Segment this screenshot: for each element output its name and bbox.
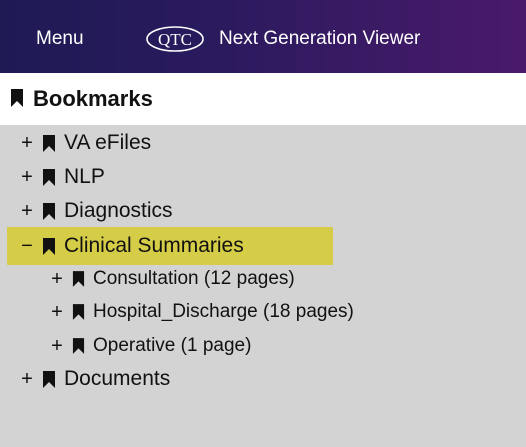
bookmarks-title: Bookmarks xyxy=(33,86,153,111)
bookmark-item-va-efiles[interactable]: + VA eFiles xyxy=(20,128,151,158)
bookmark-label: Clinical Summaries xyxy=(64,234,244,257)
bookmark-item-nlp[interactable]: + NLP xyxy=(20,162,105,192)
qtc-logo-icon: QTC xyxy=(146,26,204,52)
bookmark-icon xyxy=(72,271,85,287)
bookmark-icon xyxy=(43,202,55,220)
expand-icon[interactable]: + xyxy=(20,167,34,187)
bookmark-icon xyxy=(72,338,85,354)
bookmark-label: Consultation (12 pages) xyxy=(93,268,295,289)
menu-button[interactable]: Menu xyxy=(36,28,84,50)
bookmark-icon xyxy=(43,237,55,255)
expand-icon[interactable]: + xyxy=(50,336,64,356)
expand-icon[interactable]: + xyxy=(20,133,34,153)
bookmark-item-documents[interactable]: + Documents xyxy=(20,364,170,394)
bookmark-label: VA eFiles xyxy=(64,131,152,154)
bookmark-label: Hospital_Discharge (18 pages) xyxy=(93,301,354,322)
bookmark-label: Documents xyxy=(64,367,171,390)
bookmark-item-clinical-summaries[interactable]: − Clinical Summaries xyxy=(7,227,333,265)
app-title: Next Generation Viewer xyxy=(219,28,421,49)
expand-icon[interactable]: + xyxy=(50,302,64,322)
logo-text: QTC xyxy=(158,30,192,49)
bookmark-icon xyxy=(43,168,55,186)
bookmark-icon xyxy=(72,304,85,320)
bookmark-label: Operative (1 page) xyxy=(93,335,252,356)
bookmark-item-operative[interactable]: + Operative (1 page) xyxy=(50,331,251,361)
bookmark-icon xyxy=(43,134,55,152)
collapse-icon[interactable]: − xyxy=(20,236,34,256)
expand-icon[interactable]: + xyxy=(50,269,64,289)
bookmark-label: NLP xyxy=(64,165,105,188)
bookmark-icon xyxy=(11,89,23,107)
bookmark-label: Diagnostics xyxy=(64,199,173,222)
top-bar: Menu QTC Next Generation Viewer xyxy=(0,0,526,73)
bookmark-item-diagnostics[interactable]: + Diagnostics xyxy=(20,196,173,226)
bookmark-icon xyxy=(43,370,55,388)
bookmark-item-hospital-discharge[interactable]: + Hospital_Discharge (18 pages) xyxy=(50,297,354,327)
bookmark-item-consultation[interactable]: + Consultation (12 pages) xyxy=(50,264,295,294)
expand-icon[interactable]: + xyxy=(20,201,34,221)
expand-icon[interactable]: + xyxy=(20,369,34,389)
